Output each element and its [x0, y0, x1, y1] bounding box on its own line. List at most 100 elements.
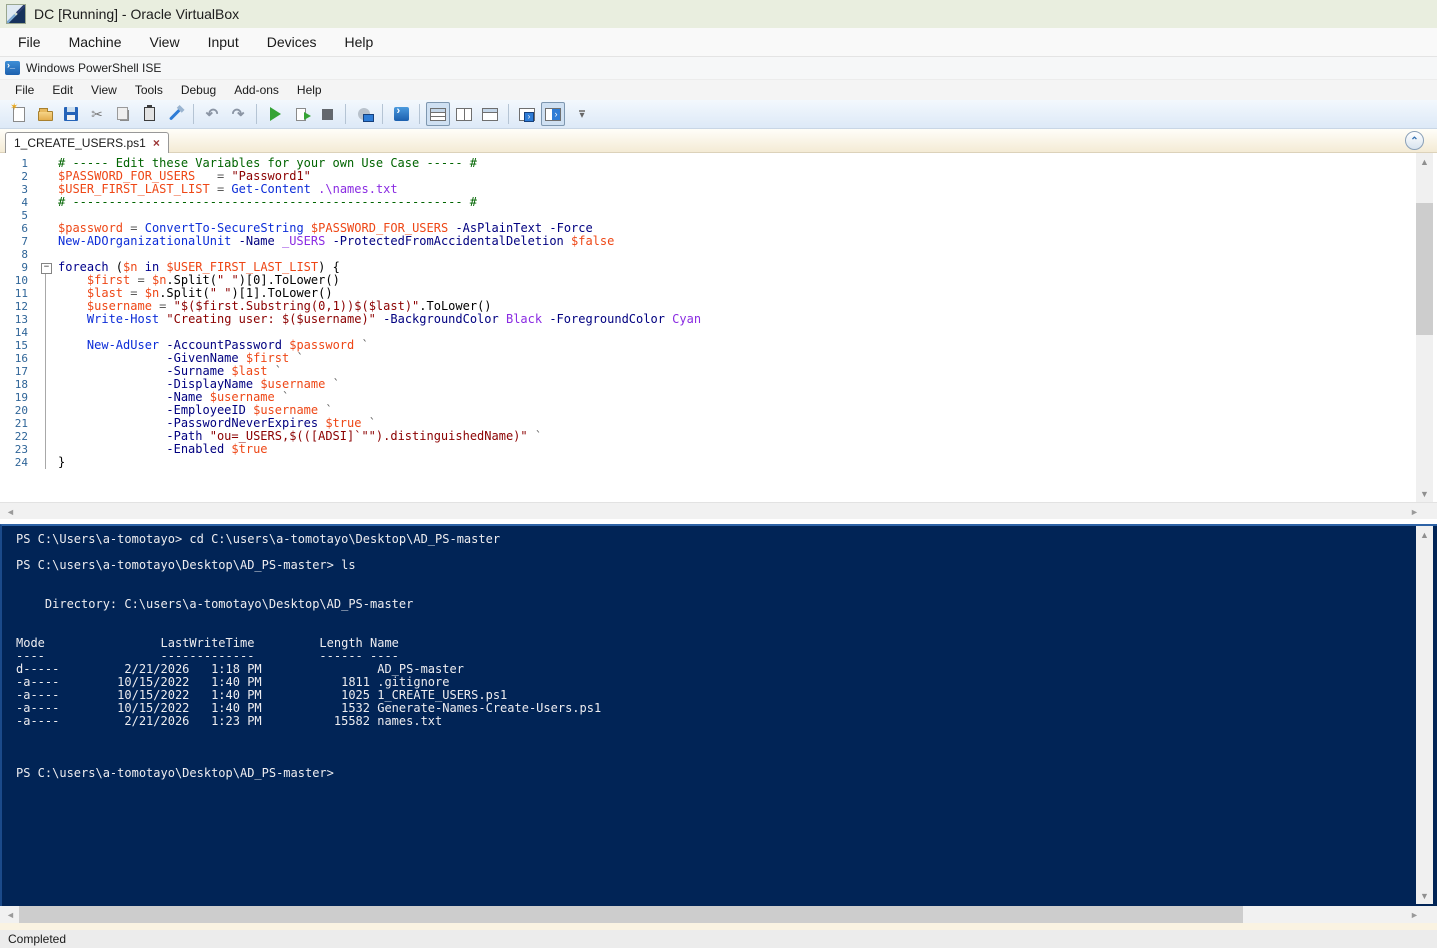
virtualbox-icon — [6, 4, 26, 24]
tab-label: 1_CREATE_USERS.ps1 — [14, 136, 146, 150]
code-line: 7 New-ADOrganizationalUnit -Name _USERS -… — [0, 235, 701, 249]
scroll-down-icon[interactable]: ▼ — [1416, 485, 1433, 502]
console-vertical-scrollbar[interactable]: ▲ ▼ — [1416, 526, 1433, 904]
menu-help[interactable]: Help — [288, 81, 331, 99]
menu-help[interactable]: Help — [331, 30, 388, 54]
new-script-icon[interactable] — [7, 102, 31, 126]
new-remote-powershell-tab-icon[interactable] — [352, 102, 376, 126]
menu-view[interactable]: View — [82, 81, 126, 99]
fold-gutter — [36, 352, 58, 365]
console-line: Directory: C:\users\a-tomotayo\Desktop\A… — [16, 597, 414, 611]
menu-add-ons[interactable]: Add-ons — [225, 81, 288, 99]
run-script-icon[interactable] — [263, 102, 287, 126]
ise-titlebar: Windows PowerShell ISE — [0, 57, 1437, 80]
toolbar-overflow-icon[interactable]: ▾ — [570, 102, 594, 126]
line-number: 15 — [14, 339, 28, 352]
copy-icon[interactable] — [111, 102, 135, 126]
fold-gutter — [36, 404, 58, 417]
line-number: 8 — [21, 248, 28, 261]
script-code: 1 # ----- Edit these Variables for your o… — [0, 157, 701, 469]
line-number: 19 — [14, 391, 28, 404]
start-powershell-exe-icon[interactable] — [389, 102, 413, 126]
line-number: 17 — [14, 365, 28, 378]
toolbar-separator — [382, 104, 383, 124]
toolbar-separator — [419, 104, 420, 124]
menu-file[interactable]: File — [6, 81, 43, 99]
undo-icon[interactable]: ↶ — [200, 102, 224, 126]
show-script-pane-maximized-icon[interactable] — [478, 102, 502, 126]
scroll-right-icon[interactable]: ► — [1406, 503, 1423, 520]
toolbar-separator — [508, 104, 509, 124]
scroll-left-icon[interactable]: ◄ — [2, 906, 19, 923]
redo-icon[interactable]: ↷ — [226, 102, 250, 126]
toolbar-separator — [256, 104, 257, 124]
show-script-pane-right-icon[interactable] — [452, 102, 476, 126]
collapse-script-pane-button[interactable]: ⌃ — [1405, 131, 1424, 150]
line-number: 4 — [21, 196, 28, 209]
console-pane[interactable]: PS C:\Users\a-tomotayo> cd C:\users\a-to… — [0, 524, 1437, 906]
fold-gutter — [36, 209, 58, 222]
scroll-up-icon[interactable]: ▲ — [1416, 526, 1433, 543]
line-number: 10 — [14, 274, 28, 287]
fold-gutter — [36, 170, 58, 183]
code-text: -Enabled $true — [166, 442, 268, 456]
menu-devices[interactable]: Devices — [253, 30, 331, 54]
fold-gutter — [36, 196, 58, 209]
fold-gutter — [36, 391, 58, 404]
console-horizontal-scrollbar[interactable]: ◄ ► — [0, 906, 1437, 923]
paste-icon[interactable] — [137, 102, 161, 126]
ise-toolbar: ✂ ↶↷ ▾ — [0, 100, 1437, 129]
line-number: 22 — [14, 430, 28, 443]
line-number: 9 — [21, 261, 28, 274]
fold-gutter — [36, 287, 58, 300]
menu-machine[interactable]: Machine — [55, 30, 136, 54]
tab-1-create-users[interactable]: 1_CREATE_USERS.ps1 × — [5, 132, 169, 153]
editor-vertical-scrollbar[interactable]: ▲ ▼ — [1416, 153, 1433, 502]
vbox-menubar: File Machine View Input Devices Help — [0, 28, 1437, 57]
fold-gutter — [36, 157, 58, 170]
menu-debug[interactable]: Debug — [172, 81, 225, 99]
status-text: Completed — [8, 932, 67, 946]
save-icon[interactable] — [59, 102, 83, 126]
line-number: 13 — [14, 313, 28, 326]
console-hscroll-thumb[interactable] — [19, 906, 1243, 923]
fold-gutter — [36, 365, 58, 378]
menu-file[interactable]: File — [4, 30, 55, 54]
menu-edit[interactable]: Edit — [43, 81, 82, 99]
code-line: 24} — [0, 456, 701, 469]
tab-close-icon[interactable]: × — [153, 136, 160, 150]
menu-view[interactable]: View — [135, 30, 193, 54]
scroll-right-icon[interactable]: ► — [1406, 906, 1423, 923]
vbox-window-title: DC [Running] - Oracle VirtualBox — [34, 6, 240, 22]
fold-gutter — [36, 248, 58, 261]
menu-tools[interactable]: Tools — [126, 81, 172, 99]
chevron-up-icon: ⌃ — [1410, 135, 1419, 147]
new-powershell-tab-icon[interactable] — [515, 102, 539, 126]
scroll-left-icon[interactable]: ◄ — [2, 503, 19, 520]
fold-gutter — [36, 339, 58, 352]
line-number: 2 — [21, 170, 28, 183]
show-script-pane-top-icon[interactable] — [426, 102, 450, 126]
fold-gutter — [36, 300, 58, 313]
show-script-pane-toggle-icon[interactable] — [541, 102, 565, 126]
editor-vscroll-thumb[interactable] — [1416, 203, 1433, 335]
fold-gutter — [36, 456, 58, 469]
cut-icon[interactable]: ✂ — [85, 102, 109, 126]
run-selection-icon[interactable] — [289, 102, 313, 126]
menu-input[interactable]: Input — [194, 30, 253, 54]
line-number: 7 — [21, 235, 28, 248]
scroll-up-icon[interactable]: ▲ — [1416, 153, 1433, 170]
stop-operation-icon[interactable] — [315, 102, 339, 126]
clear-console-icon[interactable] — [163, 102, 187, 126]
scroll-down-icon[interactable]: ▼ — [1416, 887, 1433, 904]
line-number: 21 — [14, 417, 28, 430]
open-script-icon[interactable] — [33, 102, 57, 126]
console-line: -a---- 2/21/2026 1:23 PM 15582 names.txt — [16, 714, 443, 728]
script-editor-pane[interactable]: 1 # ----- Edit these Variables for your o… — [0, 153, 1437, 502]
code-line: 4 # -------------------------------------… — [0, 196, 701, 210]
editor-horizontal-scrollbar[interactable]: ◄ ► — [0, 502, 1437, 519]
fold-collapse-icon[interactable] — [36, 261, 58, 274]
code-line: 23 -Enabled $true — [0, 443, 701, 456]
